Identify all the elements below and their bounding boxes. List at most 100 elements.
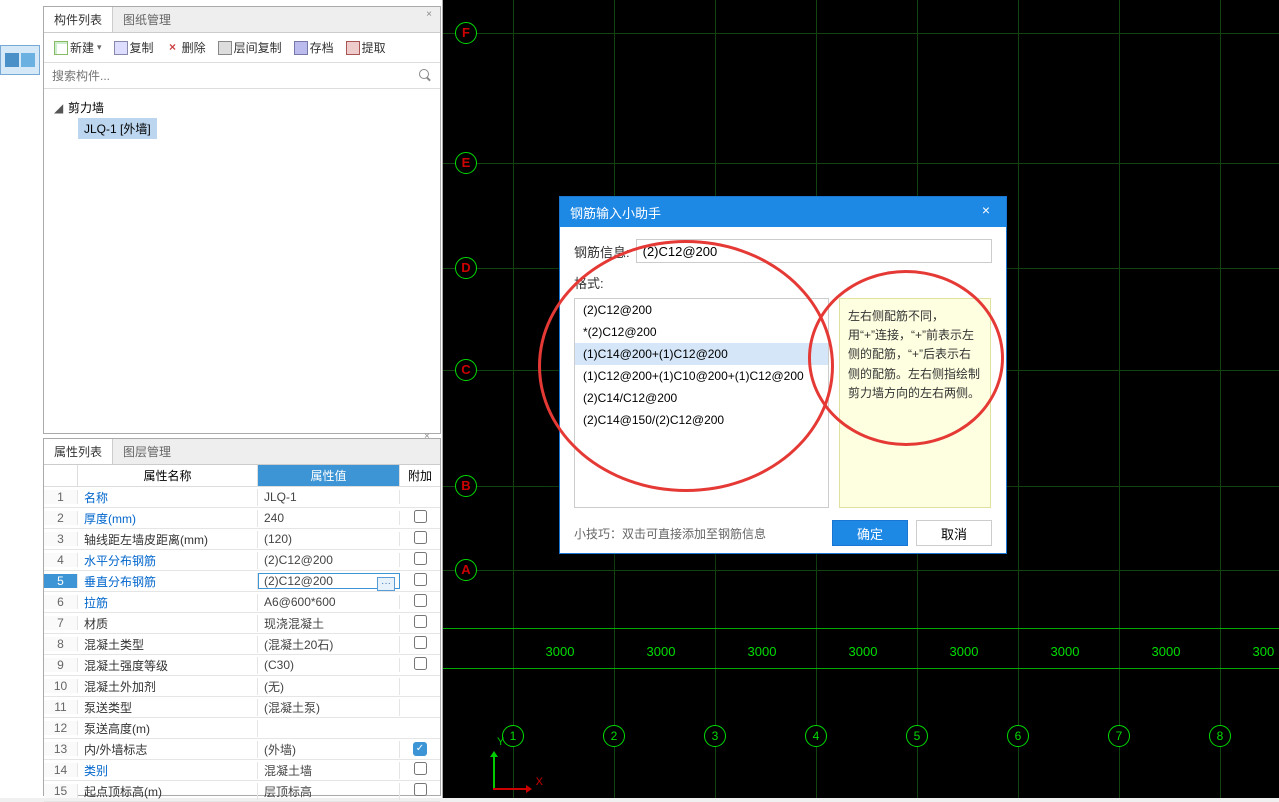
property-row[interactable]: 11泵送类型(混凝土泵) [44,697,440,718]
rebar-helper-dialog: 钢筋输入小助手 × 钢筋信息: 格式: (2)C12@200*(2)C12@20… [559,196,1007,554]
col-name: 属性名称 [78,465,258,486]
format-list[interactable]: (2)C12@200*(2)C12@200(1)C14@200+(1)C12@2… [574,298,829,508]
save-button[interactable]: 存档 [290,37,338,58]
tab-layers[interactable]: 图层管理 [113,439,181,464]
property-row[interactable]: 4水平分布钢筋(2)C12@200 [44,550,440,571]
cancel-button[interactable]: 取消 [916,520,992,546]
add-checkbox[interactable] [414,552,427,565]
format-option[interactable]: (2)C14/C12@200 [575,387,828,409]
panel-close-icon[interactable]: × [424,431,436,443]
axis-letter: C [455,359,477,381]
top-tabs: 构件列表 图纸管理 [44,7,440,33]
delete-button[interactable]: ×删除 [162,37,210,58]
dimension-text: 3000 [546,644,575,659]
chevron-down-icon: ▾ [97,42,102,53]
floorcopy-button[interactable]: 层间复制 [214,37,286,58]
axis-letter: E [455,152,477,174]
component-toolbar: 新建▾ 复制 ×删除 层间复制 存档 提取 [44,33,440,63]
collapse-icon[interactable]: ◢ [54,101,64,115]
mode-icon-2[interactable] [21,53,35,67]
axis-number: 6 [1007,725,1029,747]
axis-number: 4 [805,725,827,747]
add-checkbox[interactable] [414,615,427,628]
axis-x-label: X [536,776,543,788]
axis-y-label: Y [497,736,504,748]
left-panel: × 构件列表 图纸管理 新建▾ 复制 ×删除 层间复制 存档 提取 ◢ 剪力墙 … [0,0,443,798]
copy-button[interactable]: 复制 [110,37,158,58]
axis-number: 8 [1209,725,1231,747]
add-checkbox[interactable] [414,762,427,775]
property-row[interactable]: 15起点顶标高(m)层顶标高 [44,781,440,802]
extract-icon [346,41,360,55]
mini-toolbar [0,45,40,75]
format-option[interactable]: (2)C14@150/(2)C12@200 [575,409,828,431]
add-checkbox[interactable] [414,783,427,796]
add-checkbox[interactable] [414,531,427,544]
axis-number: 1 [502,725,524,747]
property-row[interactable]: 7材质现浇混凝土 [44,613,440,634]
property-row[interactable]: 13内/外墙标志(外墙)✓ [44,739,440,760]
info-label: 钢筋信息: [574,242,630,261]
coord-axis: Y X [493,750,533,790]
mode-icon-1[interactable] [5,53,19,67]
property-header: 属性名称 属性值 附加 [44,465,440,487]
dimension-text: 3000 [748,644,777,659]
search-icon[interactable] [418,68,434,84]
close-icon[interactable]: × [976,202,996,222]
dimension-text: 3000 [849,644,878,659]
more-icon[interactable]: ··· [377,577,395,591]
property-row[interactable]: 6拉筋A6@600*600 [44,592,440,613]
property-row[interactable]: 10混凝土外加剂(无) [44,676,440,697]
format-option[interactable]: (1)C14@200+(1)C12@200 [575,343,828,365]
dimension-text: 3000 [1152,644,1181,659]
property-row[interactable]: 3轴线距左墙皮距离(mm)(120) [44,529,440,550]
tab-drawings[interactable]: 图纸管理 [113,7,181,32]
component-panel: × 构件列表 图纸管理 新建▾ 复制 ×删除 层间复制 存档 提取 ◢ 剪力墙 … [43,6,441,434]
tree-root-shearwall[interactable]: ◢ 剪力墙 [54,97,430,118]
add-checkbox[interactable] [414,510,427,523]
property-row[interactable]: 9混凝土强度等级(C30) [44,655,440,676]
tab-props[interactable]: 属性列表 [44,439,113,464]
axis-letter: D [455,257,477,279]
format-option[interactable]: *(2)C12@200 [575,321,828,343]
col-add: 附加 [400,465,440,486]
tab-components[interactable]: 构件列表 [44,7,113,32]
extract-button[interactable]: 提取 [342,37,390,58]
property-row[interactable]: 12泵送高度(m) [44,718,440,739]
save-icon [294,41,308,55]
dimension-text: 3000 [1051,644,1080,659]
component-tree: ◢ 剪力墙 JLQ-1 [外墙] [44,89,440,147]
format-label: 格式: [574,273,992,292]
add-checkbox[interactable] [414,594,427,607]
new-icon [54,41,68,55]
property-row[interactable]: 8混凝土类型(混凝土20石) [44,634,440,655]
dimension-text: 3000 [647,644,676,659]
property-row[interactable]: 2厚度(mm)240 [44,508,440,529]
new-button[interactable]: 新建▾ [50,37,106,58]
dimension-text: 3000 [950,644,979,659]
format-option[interactable]: (1)C12@200+(1)C10@200+(1)C12@200 [575,365,828,387]
add-checkbox[interactable] [414,657,427,670]
property-row[interactable]: 14类别混凝土墙 [44,760,440,781]
format-option[interactable]: (2)C12@200 [575,299,828,321]
axis-number: 7 [1108,725,1130,747]
axis-letter: B [455,475,477,497]
add-checkbox[interactable] [414,636,427,649]
axis-letter: A [455,559,477,581]
search-row [44,63,440,89]
property-row[interactable]: 1名称JLQ-1 [44,487,440,508]
axis-number: 5 [906,725,928,747]
dialog-titlebar[interactable]: 钢筋输入小助手 × [560,197,1006,227]
dialog-tip: 小技巧：双击可直接添加至钢筋信息 [574,525,766,542]
delete-icon: × [166,41,180,55]
property-row[interactable]: 5垂直分布钢筋(2)C12@200··· [44,571,440,592]
search-input[interactable] [50,67,418,85]
rebar-info-input[interactable] [636,239,992,263]
bottom-tabs: 属性列表 图层管理 [44,439,440,465]
axis-number: 3 [704,725,726,747]
ok-button[interactable]: 确定 [832,520,908,546]
col-value[interactable]: 属性值 [258,465,400,486]
add-checkbox[interactable] [414,573,427,586]
tree-item-jlq1[interactable]: JLQ-1 [外墙] [78,118,157,139]
panel-close-icon[interactable]: × [422,9,436,23]
